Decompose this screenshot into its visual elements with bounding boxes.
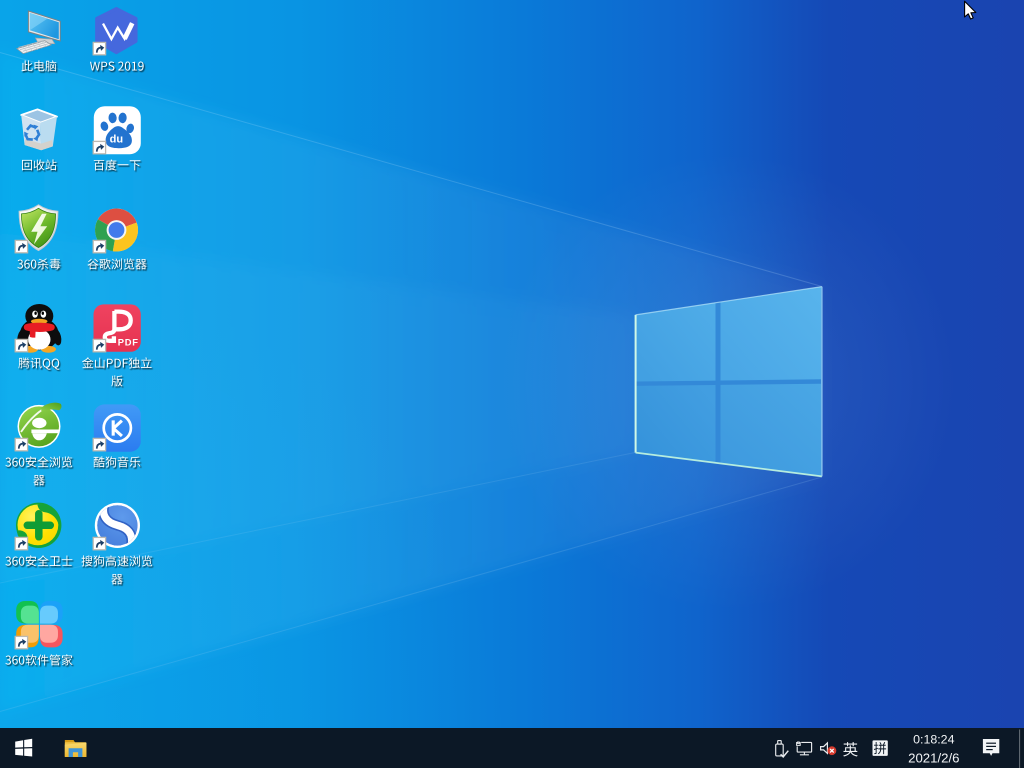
svg-text:PDF: PDF: [118, 337, 139, 348]
svg-text:du: du: [110, 133, 123, 145]
svg-text:0:18:24: 0:18:24: [913, 732, 954, 746]
svg-text:2021/2/6: 2021/2/6: [908, 750, 959, 765]
